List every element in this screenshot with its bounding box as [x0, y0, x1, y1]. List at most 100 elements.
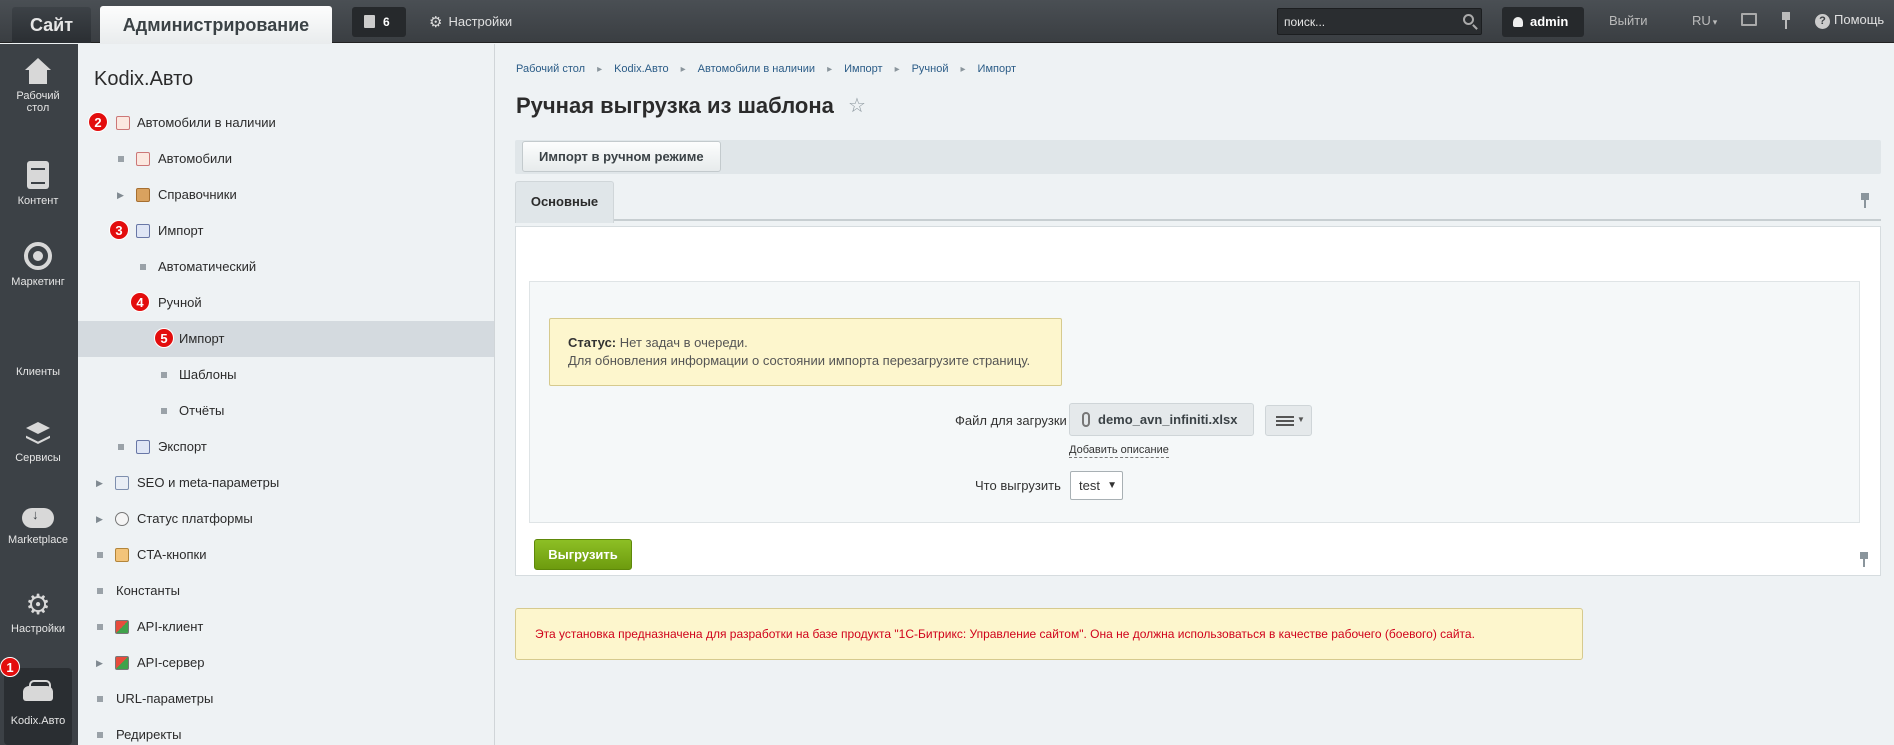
- bullet-icon: [161, 408, 167, 414]
- expand-arrow-icon[interactable]: ▶: [96, 501, 103, 537]
- site-tab[interactable]: Сайт: [12, 7, 91, 43]
- menu-item-label: Автоматический: [158, 259, 257, 274]
- step-badge: 4: [130, 292, 150, 312]
- file-name: demo_avn_infiniti.xlsx: [1098, 412, 1238, 427]
- nav-kodix-auto[interactable]: Kodix.Авто: [4, 668, 72, 745]
- chevron-down-icon: ▼: [1297, 415, 1305, 424]
- logout-link[interactable]: Выйти: [1609, 13, 1648, 28]
- add-description-link[interactable]: Добавить описание: [1069, 444, 1169, 458]
- notifications-button[interactable]: 6: [352, 7, 406, 37]
- pin-icon[interactable]: [1861, 193, 1869, 208]
- bullet-icon: [97, 732, 103, 738]
- nav-settings[interactable]: ⚙ Настройки: [0, 591, 76, 636]
- breadcrumb-item[interactable]: Рабочий стол: [516, 63, 585, 75]
- notification-icon: [364, 15, 375, 28]
- status-value: Нет задач в очереди.: [619, 335, 748, 350]
- nav-services[interactable]: Сервисы: [0, 420, 76, 464]
- toolbar: Импорт в ручном режиме: [515, 140, 1881, 174]
- api-icon: [115, 656, 129, 670]
- monitor-icon[interactable]: [1741, 13, 1757, 26]
- nav-label: Сервисы: [15, 452, 61, 464]
- expand-arrow-icon[interactable]: ▶: [117, 177, 124, 213]
- menu-item-label: Ручной: [158, 295, 202, 310]
- cloud-download-icon: [22, 508, 54, 528]
- menu-item-seo[interactable]: ▶ SEO и meta-параметры: [78, 465, 494, 501]
- menu-item-label: Статус платформы: [137, 511, 253, 526]
- pin-icon[interactable]: [1782, 12, 1790, 29]
- menu-item-references[interactable]: ▶ Справочники: [78, 177, 494, 213]
- menu-item-label: Константы: [116, 583, 180, 598]
- nav-marketing[interactable]: Маркетинг: [0, 242, 76, 288]
- help-label: Помощь: [1834, 12, 1885, 27]
- menu-item-cars[interactable]: Автомобили: [78, 141, 494, 177]
- tab-main[interactable]: Основные: [515, 181, 614, 223]
- menu-item-label: Импорт: [158, 223, 204, 238]
- what-select[interactable]: test ▼: [1070, 471, 1123, 500]
- menu-item-constants[interactable]: Константы: [78, 573, 494, 609]
- export-button[interactable]: Выгрузить: [534, 539, 632, 570]
- hamburger-icon: [1276, 416, 1294, 426]
- menu-item-import[interactable]: Импорт: [78, 213, 494, 249]
- search-icon[interactable]: [1463, 14, 1474, 25]
- search-input[interactable]: [1278, 9, 1448, 34]
- menu-item-export[interactable]: Экспорт: [78, 429, 494, 465]
- notifications-count: 6: [383, 15, 390, 29]
- menu-item-cta[interactable]: CTA-кнопки: [78, 537, 494, 573]
- file-button[interactable]: demo_avn_infiniti.xlsx: [1069, 403, 1254, 436]
- bullet-icon: [118, 156, 124, 162]
- nav-desktop[interactable]: Рабочий стол: [0, 58, 76, 114]
- menu-item-auto[interactable]: Автоматический: [78, 249, 494, 285]
- paperclip-icon: [1082, 412, 1090, 427]
- admin-tab[interactable]: Администрирование: [100, 6, 332, 44]
- menu-item-reports[interactable]: Отчёты: [78, 393, 494, 429]
- user-button[interactable]: admin: [1502, 7, 1584, 37]
- module-menu: Kodix.Авто Автомобили в наличии Автомоби…: [78, 44, 495, 745]
- breadcrumb-item[interactable]: Kodix.Авто: [614, 63, 669, 75]
- nav-marketplace[interactable]: Marketplace: [0, 504, 76, 546]
- menu-item-label: API-сервер: [137, 655, 205, 670]
- menu-item-api-client[interactable]: API-клиент: [78, 609, 494, 645]
- menu-item-label: CTA-кнопки: [137, 547, 207, 562]
- search-box: [1277, 8, 1482, 35]
- breadcrumb-item[interactable]: Импорт: [844, 63, 882, 75]
- language-selector[interactable]: RU: [1692, 13, 1717, 28]
- home-icon: [24, 58, 52, 84]
- menu-item-platform-status[interactable]: ▶ Статус платформы: [78, 501, 494, 537]
- nav-clients[interactable]: Клиенты: [0, 366, 76, 378]
- gauge-icon: [115, 512, 129, 526]
- help-link[interactable]: ? Помощь: [1815, 12, 1884, 29]
- expand-arrow-icon[interactable]: ▶: [96, 645, 103, 681]
- table-icon: [136, 152, 150, 166]
- menu-item-label: Редиректы: [116, 727, 182, 742]
- menu-item-manual-import[interactable]: Импорт: [78, 321, 494, 357]
- select-value: test: [1079, 478, 1100, 493]
- document-icon: [27, 161, 49, 189]
- pin-icon[interactable]: [1860, 552, 1868, 567]
- file-menu-button[interactable]: ▼: [1265, 405, 1312, 436]
- breadcrumb-item[interactable]: Ручной: [912, 63, 949, 75]
- breadcrumb-item[interactable]: Импорт: [978, 63, 1016, 75]
- menu-item-templates[interactable]: Шаблоны: [78, 357, 494, 393]
- bullet-icon: [140, 264, 146, 270]
- menu-title: Kodix.Авто: [94, 68, 194, 90]
- manual-import-button[interactable]: Импорт в ручном режиме: [522, 141, 721, 172]
- menu-item-api-server[interactable]: ▶ API-сервер: [78, 645, 494, 681]
- file-label: Файл для загрузки: [955, 413, 1067, 428]
- user-name: admin: [1530, 14, 1569, 29]
- menu-item-label: Автомобили в наличии: [137, 115, 276, 130]
- nav-content[interactable]: Контент: [0, 161, 76, 207]
- breadcrumb-item[interactable]: Автомобили в наличии: [698, 63, 815, 75]
- settings-link[interactable]: ⚙ Настройки: [429, 13, 512, 31]
- help-icon: ?: [1815, 14, 1830, 29]
- expand-arrow-icon[interactable]: ▶: [96, 465, 103, 501]
- menu-item-label: Импорт: [179, 331, 225, 346]
- dev-warning: Эта установка предназначена для разработ…: [515, 608, 1583, 660]
- step-badge: 5: [154, 328, 174, 348]
- menu-item-cars-in-stock[interactable]: Автомобили в наличии: [78, 105, 494, 141]
- bullet-icon: [118, 444, 124, 450]
- menu-item-redirects[interactable]: Редиректы: [78, 717, 494, 745]
- favorite-star-icon[interactable]: ☆: [848, 93, 866, 118]
- chevron-right-icon: ▸: [597, 64, 603, 75]
- table-icon: [116, 116, 130, 130]
- menu-item-url-params[interactable]: URL-параметры: [78, 681, 494, 717]
